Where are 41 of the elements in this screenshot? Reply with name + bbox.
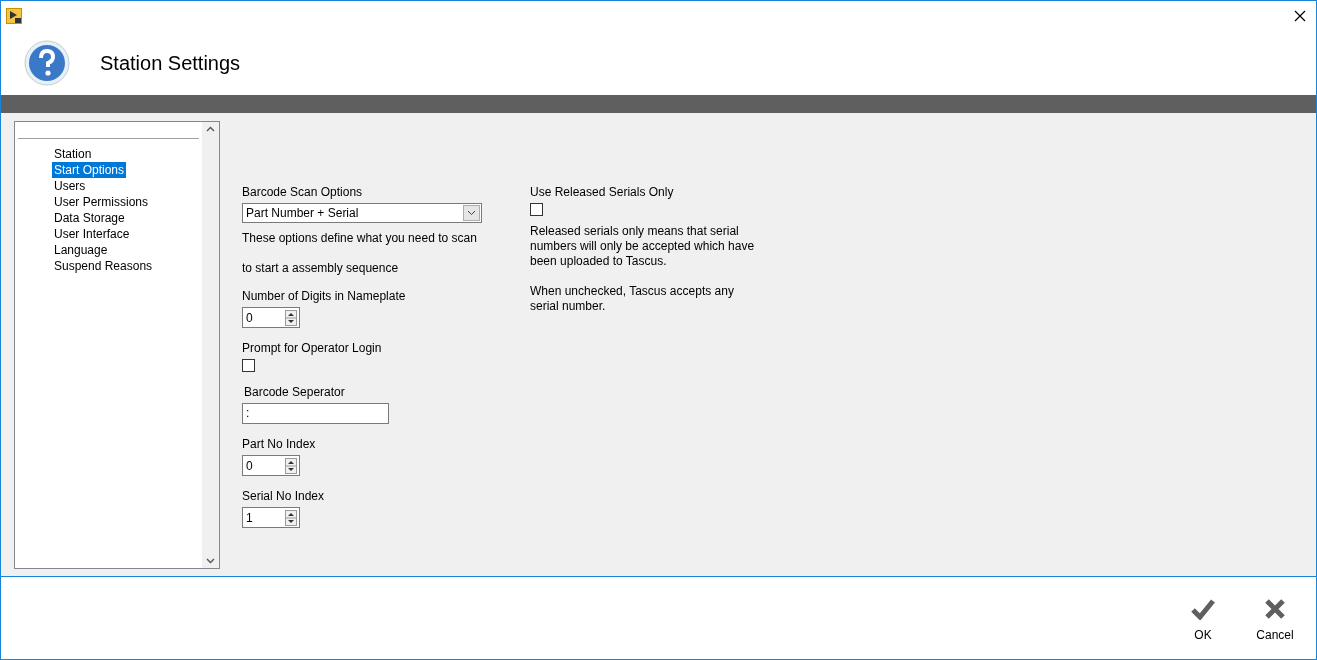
chevron-down-icon[interactable] (206, 558, 215, 564)
list-item[interactable]: Start Options (52, 162, 127, 178)
list-item[interactable]: User Interface (52, 226, 132, 242)
field-label: Barcode Scan Options (242, 185, 364, 200)
list-item[interactable]: Data Storage (52, 210, 127, 226)
up-down-arrows-icon[interactable] (285, 309, 297, 326)
number-spinner[interactable]: 1 (242, 507, 300, 528)
help-text: Released serials only means that serial numbers will only be accepted which have been uploaded to Tascus. (530, 224, 756, 269)
scrollbar[interactable] (202, 122, 219, 568)
number-spinner[interactable]: 0 (242, 307, 300, 328)
list-item[interactable]: Users (52, 178, 88, 194)
help-text: These options define what you need to scan (242, 231, 477, 246)
field-label: Part No Index (242, 437, 317, 452)
up-down-arrows-icon[interactable] (285, 509, 297, 526)
help-text: to start a assembly sequence (242, 261, 400, 276)
field-label: Serial No Index (242, 489, 326, 504)
separator-input-field[interactable]: : (242, 403, 389, 424)
list-item[interactable]: Station (52, 146, 94, 162)
list-item[interactable]: Language (52, 242, 110, 258)
chevron-up-icon[interactable] (206, 126, 215, 132)
list-item[interactable]: Suspend Reasons (52, 258, 155, 274)
help-text: When unchecked, Tascus accepts any serial number. (530, 284, 735, 314)
field-label: Prompt for Operator Login (242, 341, 383, 356)
field-label: Barcode Seperator (244, 385, 346, 400)
ok-button[interactable]: OK (1174, 598, 1232, 644)
checkbox[interactable] (530, 203, 543, 216)
scan-options-dropdown[interactable]: Part Number + Serial (242, 203, 482, 223)
up-down-arrows-icon[interactable] (285, 457, 297, 474)
app-icon (6, 7, 22, 24)
x-icon (1264, 598, 1286, 620)
number-spinner[interactable]: 0 (242, 455, 300, 476)
list-item[interactable]: User Permissions (52, 194, 151, 210)
checkmark-icon (1191, 598, 1215, 620)
field-label: Use Released Serials Only (530, 185, 675, 200)
checkbox[interactable] (242, 359, 255, 372)
chevron-down-icon[interactable] (463, 205, 480, 221)
help-question-icon (23, 38, 71, 87)
dialog-title: Station Settings (100, 50, 241, 76)
field-label: Number of Digits in Nameplate (242, 289, 407, 304)
close-icon[interactable] (1294, 9, 1306, 22)
cancel-button[interactable]: Cancel (1246, 598, 1304, 644)
